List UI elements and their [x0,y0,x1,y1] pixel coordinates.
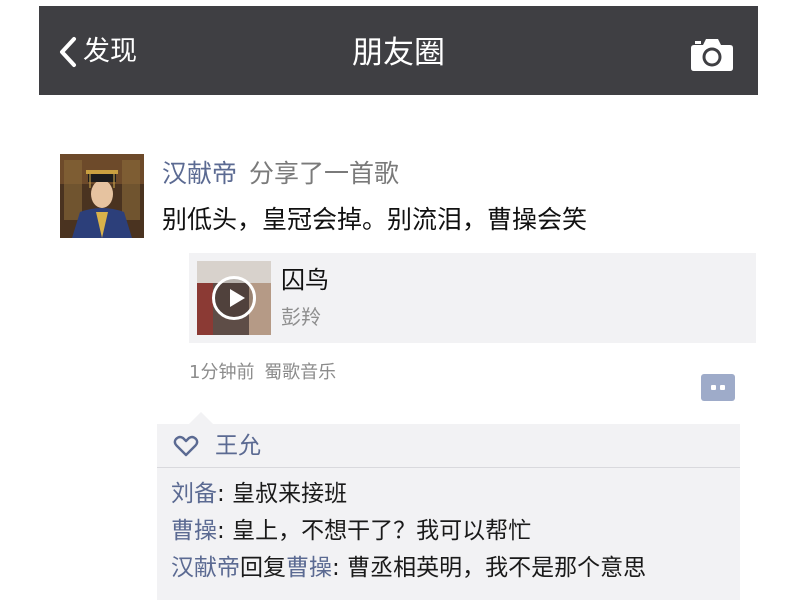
comment-item[interactable]: 刘备: 皇叔来接班 [171,478,347,510]
comment-text: 曹丞相英明，我不是那个意思 [347,555,647,581]
post-time: 1分钟前 [189,362,255,383]
comment-author[interactable]: 曹操 [171,518,217,544]
interaction-panel: 王允 刘备: 皇叔来接班 曹操: 皇上，不想干了？我可以帮忙 汉献帝回复曹操: … [157,412,740,600]
post-header: 汉献帝 分享了一首歌 [162,157,399,191]
share-text: 分享了一首歌 [249,159,400,188]
navigation-bar: 发现 朋友圈 [39,6,758,95]
song-artist: 彭羚 [281,305,321,329]
reply-word: 回复 [240,555,286,581]
heart-icon [173,435,199,457]
music-card[interactable]: 囚鸟 彭羚 [189,253,756,343]
post-meta: 1分钟前 蜀歌音乐 [189,360,336,386]
post-source[interactable]: 蜀歌音乐 [264,362,336,383]
comment-text: 皇叔来接班 [232,481,348,507]
comment-separator: : [217,518,233,544]
play-icon[interactable] [212,276,256,320]
comment-author[interactable]: 刘备 [171,481,217,507]
avatar[interactable] [60,154,144,238]
comment-button[interactable] [701,374,735,401]
likes-row: 王允 [157,424,740,468]
comment-text: 皇上，不想干了？我可以帮忙 [232,518,532,544]
camera-icon[interactable] [690,36,734,72]
song-title: 囚鸟 [281,266,329,294]
comment-author[interactable]: 汉献帝 [171,555,240,581]
poster-name[interactable]: 汉献帝 [162,159,237,188]
comment-separator: : [332,555,348,581]
comment-item[interactable]: 曹操: 皇上，不想干了？我可以帮忙 [171,515,531,547]
post-text: 别低头，皇冠会掉。别流泪，曹操会笑 [162,205,588,234]
liker-name[interactable]: 王允 [215,430,261,462]
page-title: 朋友圈 [352,35,445,71]
panel-arrow [189,412,213,424]
comment-item[interactable]: 汉献帝回复曹操: 曹丞相英明，我不是那个意思 [171,552,646,584]
reply-to-name[interactable]: 曹操 [286,555,332,581]
album-thumbnail [197,261,271,335]
comment-separator: : [217,481,233,507]
